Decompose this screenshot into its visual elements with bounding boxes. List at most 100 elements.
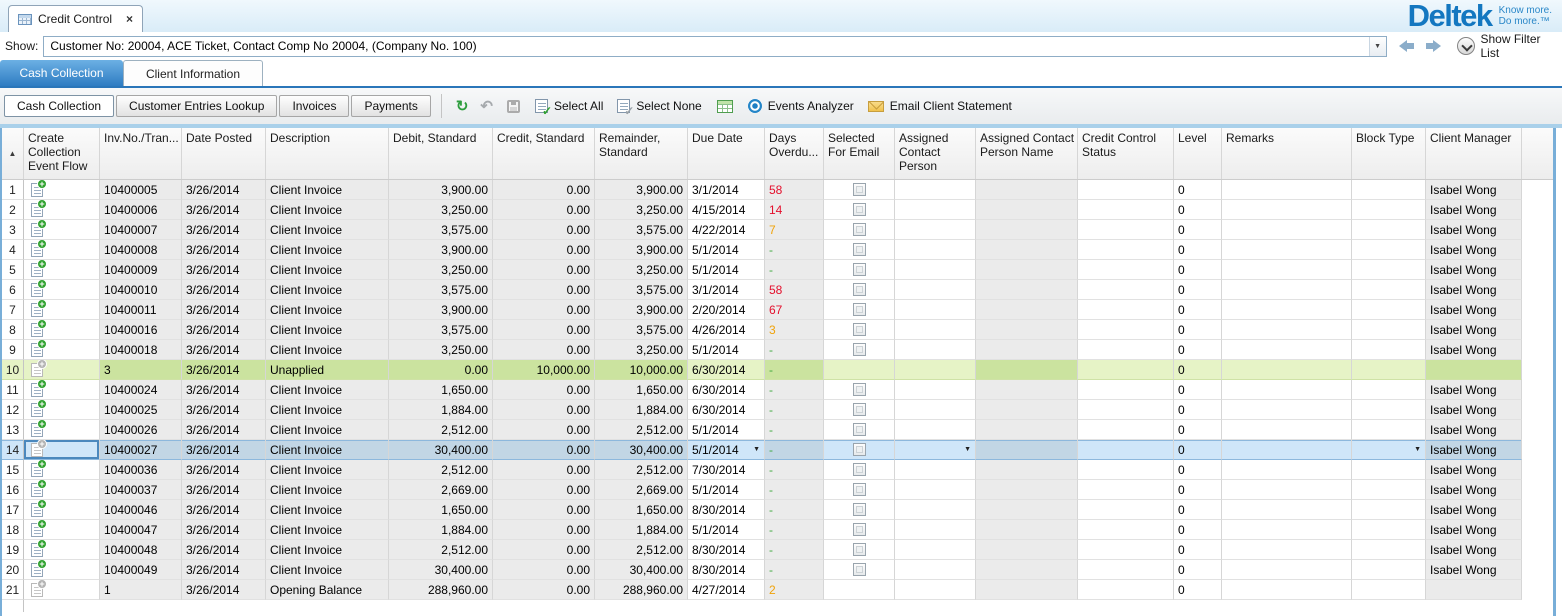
cell-level[interactable]: 0: [1174, 300, 1222, 320]
cell-debit[interactable]: 2,512.00: [389, 420, 493, 440]
cell-credit[interactable]: 0.00: [493, 340, 595, 360]
cell-mgr[interactable]: Isabel Wong: [1426, 540, 1522, 560]
cell-level[interactable]: 0: [1174, 260, 1222, 280]
cell-acp[interactable]: [895, 280, 976, 300]
cell-sel[interactable]: [824, 580, 895, 600]
cell-remarks[interactable]: [1222, 400, 1352, 420]
cell-days[interactable]: -: [765, 480, 824, 500]
cell-level[interactable]: 0: [1174, 320, 1222, 340]
cell-row-number[interactable]: 6: [2, 280, 24, 300]
column-header-block[interactable]: Block Type: [1352, 128, 1426, 179]
chevron-down-icon[interactable]: [1457, 37, 1475, 55]
table-row[interactable]: 12+104000253/26/2014Client Invoice1,884.…: [2, 400, 1553, 420]
cell-row-number[interactable]: 18: [2, 520, 24, 540]
cell-acp[interactable]: [895, 260, 976, 280]
cell-acp[interactable]: [895, 360, 976, 380]
cell-mgr[interactable]: Isabel Wong: [1426, 240, 1522, 260]
cell-inv[interactable]: 10400049: [100, 560, 182, 580]
cell-due[interactable]: 3/1/2014: [688, 280, 765, 300]
cell-rem[interactable]: 3,900.00: [595, 180, 688, 200]
cell-row-number[interactable]: 16: [2, 480, 24, 500]
cell-rem[interactable]: 30,400.00: [595, 440, 688, 460]
cell-acp[interactable]: ▼: [895, 440, 976, 460]
cell-date[interactable]: 3/26/2014: [182, 520, 266, 540]
show-filter-list-button[interactable]: Show Filter List: [1481, 32, 1562, 60]
subtab-customer-entries-lookup[interactable]: Customer Entries Lookup: [116, 95, 277, 117]
cell-desc[interactable]: Client Invoice: [266, 400, 389, 420]
close-icon[interactable]: ×: [126, 12, 133, 26]
cell-flow[interactable]: +: [24, 480, 100, 500]
cell-remarks[interactable]: [1222, 240, 1352, 260]
cell-dropdown-icon[interactable]: ▼: [1411, 446, 1421, 453]
cell-debit[interactable]: 1,884.00: [389, 520, 493, 540]
cell-inv[interactable]: 3: [100, 360, 182, 380]
cell-flow[interactable]: +: [24, 540, 100, 560]
cell-rem[interactable]: 2,669.00: [595, 480, 688, 500]
cell-block[interactable]: ▼: [1352, 440, 1426, 460]
cell-mgr[interactable]: Isabel Wong: [1426, 220, 1522, 240]
cell-date[interactable]: 3/26/2014: [182, 540, 266, 560]
cell-days[interactable]: 58: [765, 280, 824, 300]
cell-flow[interactable]: +: [24, 340, 100, 360]
cell-due[interactable]: 5/1/2014: [688, 340, 765, 360]
cell-days[interactable]: -: [765, 340, 824, 360]
cell-desc[interactable]: Client Invoice: [266, 440, 389, 460]
cell-desc[interactable]: Client Invoice: [266, 560, 389, 580]
cell-acpn[interactable]: [976, 200, 1078, 220]
cell-sel[interactable]: [824, 260, 895, 280]
cell-ccs[interactable]: [1078, 300, 1174, 320]
cell-sel[interactable]: [824, 540, 895, 560]
cell-acp[interactable]: [895, 580, 976, 600]
cell-debit[interactable]: 30,400.00: [389, 440, 493, 460]
cell-credit[interactable]: 0.00: [493, 520, 595, 540]
cell-acpn[interactable]: [976, 440, 1078, 460]
cell-flow[interactable]: +: [24, 200, 100, 220]
column-header-days[interactable]: Days Overdu...: [765, 128, 824, 179]
cell-remarks[interactable]: [1222, 500, 1352, 520]
cell-level[interactable]: 0: [1174, 360, 1222, 380]
table-row[interactable]: 15+104000363/26/2014Client Invoice2,512.…: [2, 460, 1553, 480]
cell-credit[interactable]: 0.00: [493, 300, 595, 320]
cell-date[interactable]: 3/26/2014: [182, 260, 266, 280]
email-checkbox[interactable]: [853, 443, 866, 456]
cell-flow[interactable]: +: [24, 380, 100, 400]
cell-due[interactable]: 6/30/2014: [688, 360, 765, 380]
cell-due[interactable]: 8/30/2014: [688, 500, 765, 520]
cell-sel[interactable]: [824, 200, 895, 220]
cell-block[interactable]: [1352, 580, 1426, 600]
table-row[interactable]: 21+13/26/2014Opening Balance288,960.000.…: [2, 580, 1553, 600]
cell-remarks[interactable]: [1222, 320, 1352, 340]
table-row[interactable]: 17+104000463/26/2014Client Invoice1,650.…: [2, 500, 1553, 520]
cell-rem[interactable]: 3,900.00: [595, 240, 688, 260]
cell-row-number[interactable]: 19: [2, 540, 24, 560]
cell-debit[interactable]: 1,650.00: [389, 500, 493, 520]
cell-row-number[interactable]: 14: [2, 440, 24, 460]
cell-inv[interactable]: 10400010: [100, 280, 182, 300]
cell-level[interactable]: 0: [1174, 420, 1222, 440]
cell-remarks[interactable]: [1222, 460, 1352, 480]
column-header-date[interactable]: Date Posted: [182, 128, 266, 179]
cell-mgr[interactable]: [1426, 580, 1522, 600]
cell-debit[interactable]: 3,575.00: [389, 320, 493, 340]
cell-remarks[interactable]: [1222, 540, 1352, 560]
cell-desc[interactable]: Opening Balance: [266, 580, 389, 600]
cell-level[interactable]: 0: [1174, 240, 1222, 260]
cell-level[interactable]: 0: [1174, 180, 1222, 200]
cell-debit[interactable]: 3,575.00: [389, 280, 493, 300]
cell-desc[interactable]: Client Invoice: [266, 460, 389, 480]
cell-days[interactable]: -: [765, 500, 824, 520]
cell-acpn[interactable]: [976, 580, 1078, 600]
cell-due[interactable]: 7/30/2014: [688, 460, 765, 480]
cell-rem[interactable]: 1,884.00: [595, 400, 688, 420]
cell-mgr[interactable]: Isabel Wong: [1426, 480, 1522, 500]
cell-debit[interactable]: 3,900.00: [389, 240, 493, 260]
cell-block[interactable]: [1352, 480, 1426, 500]
cell-due[interactable]: 2/20/2014: [688, 300, 765, 320]
cell-row-number[interactable]: 15: [2, 460, 24, 480]
cell-ccs[interactable]: [1078, 420, 1174, 440]
cell-desc[interactable]: Client Invoice: [266, 320, 389, 340]
cell-rem[interactable]: 30,400.00: [595, 560, 688, 580]
cell-inv[interactable]: 10400005: [100, 180, 182, 200]
table-row[interactable]: 3+104000073/26/2014Client Invoice3,575.0…: [2, 220, 1553, 240]
create-collection-event-icon[interactable]: +: [31, 403, 43, 417]
